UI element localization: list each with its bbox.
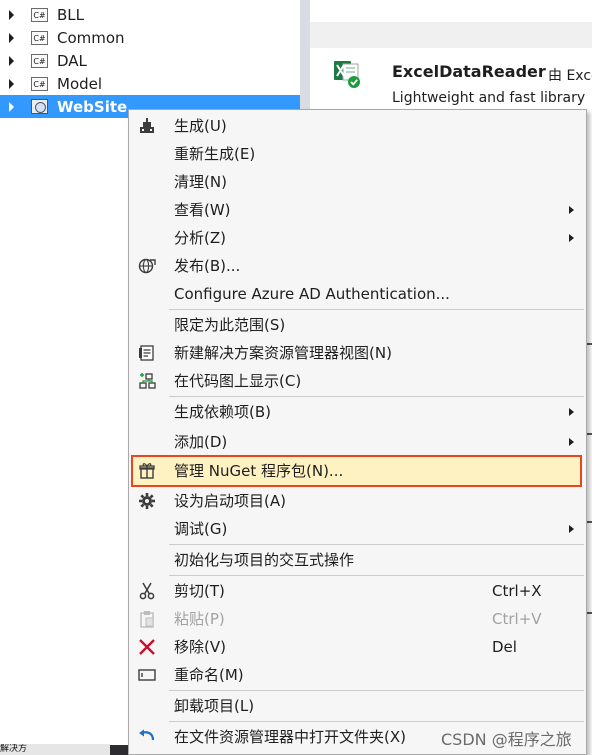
expand-caret-icon[interactable]	[9, 9, 14, 20]
csharp-project-icon: C#	[31, 30, 48, 45]
menu-item-manage-nuget-packages[interactable]: 管理 NuGet 程序包(N)...	[131, 455, 582, 487]
menu-item-label: 调试(G)	[174, 520, 228, 538]
csharp-project-icon: C#	[31, 7, 48, 22]
context-menu: 生成(U) 重新生成(E) 清理(N) 查看(W) 分析(Z) 发布(B)...…	[128, 109, 587, 755]
scissors-icon	[137, 582, 157, 600]
remove-x-icon	[137, 638, 157, 656]
tree-item-label: DAL	[57, 51, 87, 70]
code-map-icon	[137, 372, 157, 390]
expand-caret-icon[interactable]	[9, 78, 14, 89]
gear-icon	[137, 492, 157, 510]
web-project-icon	[31, 99, 48, 114]
package-name[interactable]: ExcelDataReader	[392, 62, 546, 81]
menu-item-build[interactable]: 生成(U)	[129, 112, 586, 140]
publish-globe-icon	[137, 257, 157, 275]
menu-item-label: 在文件资源管理器中打开文件夹(X)	[174, 728, 406, 746]
build-icon	[137, 117, 157, 135]
menu-item-build-dependencies[interactable]: 生成依赖项(B)	[129, 398, 586, 426]
menu-item-paste[interactable]: 粘贴(P) Ctrl+V	[129, 605, 586, 633]
menu-item-label: 卸载项目(L)	[174, 697, 255, 715]
tree-item-common[interactable]: C# Common	[0, 26, 300, 49]
tree-item-bll[interactable]: C# BLL	[0, 3, 300, 26]
menu-item-debug[interactable]: 调试(G)	[129, 515, 586, 543]
tree-item-dal[interactable]: C# DAL	[0, 49, 300, 72]
menu-item-view[interactable]: 查看(W)	[129, 196, 586, 224]
menu-item-label: 粘贴(P)	[174, 610, 225, 628]
paste-icon	[137, 610, 157, 628]
menu-separator	[169, 575, 584, 576]
menu-item-label: 重新生成(E)	[174, 145, 256, 163]
menu-item-cut[interactable]: 剪切(T) Ctrl+X	[129, 577, 586, 605]
menu-item-label: 添加(D)	[174, 433, 228, 451]
menu-item-shortcut: Ctrl+X	[492, 582, 542, 600]
menu-item-label: 移除(V)	[174, 638, 226, 656]
tree-item-model[interactable]: C# Model	[0, 72, 300, 95]
csharp-project-icon: C#	[31, 76, 48, 91]
menu-item-remove[interactable]: 移除(V) Del	[129, 633, 586, 661]
menu-item-clean[interactable]: 清理(N)	[129, 168, 586, 196]
nuget-package-icon	[137, 462, 157, 480]
menu-item-initialize-interactive[interactable]: 初始化与项目的交互式操作	[129, 546, 586, 574]
menu-item-label: 在代码图上显示(C)	[174, 372, 302, 390]
menu-separator	[169, 544, 584, 545]
menu-separator	[169, 309, 584, 310]
submenu-arrow-icon	[569, 438, 574, 446]
bottom-tab[interactable]: 解决方	[0, 744, 110, 755]
menu-item-unload-project[interactable]: 卸载项目(L)	[129, 692, 586, 720]
expand-caret-icon[interactable]	[9, 101, 14, 112]
menu-item-label: 管理 NuGet 程序包(N)...	[174, 462, 344, 480]
panel-header	[310, 0, 592, 23]
menu-separator	[169, 690, 584, 691]
tree-item-label: WebSite	[57, 97, 128, 116]
menu-item-label: 生成依赖项(B)	[174, 403, 271, 421]
menu-separator	[169, 396, 584, 397]
tree-item-label: Common	[57, 28, 125, 47]
new-view-icon	[137, 344, 157, 362]
menu-item-scope-to-this[interactable]: 限定为此范围(S)	[129, 311, 586, 339]
expand-caret-icon[interactable]	[9, 32, 14, 43]
csharp-project-icon: C#	[31, 53, 48, 68]
excel-package-icon	[334, 61, 360, 88]
menu-separator	[169, 721, 584, 722]
panel-band	[310, 22, 592, 48]
submenu-arrow-icon	[569, 234, 574, 242]
submenu-arrow-icon	[569, 408, 574, 416]
menu-item-label: 发布(B)...	[174, 257, 241, 275]
package-description: Lightweight and fast library	[392, 90, 586, 106]
menu-item-label: 设为启动项目(A)	[174, 492, 286, 510]
open-folder-arrow-icon	[137, 728, 157, 746]
submenu-arrow-icon	[569, 525, 574, 533]
menu-item-rebuild[interactable]: 重新生成(E)	[129, 140, 586, 168]
menu-item-configure-azure-ad[interactable]: Configure Azure AD Authentication...	[129, 280, 586, 308]
menu-item-show-on-code-map[interactable]: 在代码图上显示(C)	[129, 367, 586, 395]
package-author: 由 Exce	[548, 68, 592, 84]
menu-item-publish[interactable]: 发布(B)...	[129, 252, 586, 280]
menu-item-label: Configure Azure AD Authentication...	[174, 285, 450, 303]
menu-item-new-explorer-view[interactable]: 新建解决方案资源管理器视图(N)	[129, 339, 586, 367]
submenu-arrow-icon	[569, 206, 574, 214]
menu-item-add[interactable]: 添加(D)	[129, 428, 586, 456]
menu-item-label: 限定为此范围(S)	[174, 316, 286, 334]
menu-item-shortcut: Del	[492, 638, 517, 656]
menu-item-label: 剪切(T)	[174, 582, 225, 600]
watermark: CSDN @程序之旅	[441, 730, 572, 749]
menu-item-label: 分析(Z)	[174, 229, 226, 247]
menu-item-set-startup-project[interactable]: 设为启动项目(A)	[129, 487, 586, 515]
tree-item-label: BLL	[57, 5, 85, 24]
menu-item-label: 生成(U)	[174, 117, 227, 135]
menu-item-analyze[interactable]: 分析(Z)	[129, 224, 586, 252]
tree-item-label: Model	[57, 74, 103, 93]
menu-item-rename[interactable]: 重命名(M)	[129, 661, 586, 689]
rename-icon	[137, 666, 157, 684]
menu-item-label: 重命名(M)	[174, 666, 244, 684]
menu-item-shortcut: Ctrl+V	[492, 610, 542, 628]
menu-item-label: 新建解决方案资源管理器视图(N)	[174, 344, 392, 362]
menu-item-label: 清理(N)	[174, 173, 227, 191]
menu-item-label: 查看(W)	[174, 201, 231, 219]
menu-item-label: 初始化与项目的交互式操作	[174, 551, 355, 569]
expand-caret-icon[interactable]	[9, 55, 14, 66]
